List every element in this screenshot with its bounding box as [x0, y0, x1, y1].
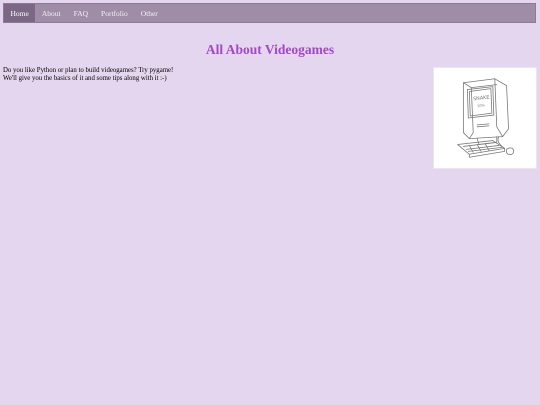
- nav-item-portfolio[interactable]: Portfolio: [95, 4, 135, 22]
- nav-item-about[interactable]: About: [35, 4, 67, 22]
- nav-item-other[interactable]: Other: [134, 4, 164, 22]
- retro-computer-sketch-icon: SNAKE 10%: [457, 78, 514, 158]
- nav-item-home[interactable]: Home: [4, 4, 36, 22]
- intro-text: Do you like Python or plan to build vide…: [3, 67, 423, 82]
- top-nav-bar: Home About FAQ Portfolio Other: [3, 3, 536, 23]
- intro-line-2: We'll give you the basics of it and some…: [3, 74, 167, 82]
- screen-text-1: SNAKE: [473, 95, 490, 103]
- page-title: All About Videogames: [205, 42, 335, 57]
- screen-text-2: 10%: [477, 103, 486, 108]
- page-root: Home About FAQ Portfolio Other All About…: [0, 0, 540, 405]
- computer-illustration: SNAKE 10%: [433, 67, 537, 169]
- intro-line-1: Do you like Python or plan to build vide…: [3, 67, 174, 74]
- nav-item-faq[interactable]: FAQ: [67, 4, 94, 22]
